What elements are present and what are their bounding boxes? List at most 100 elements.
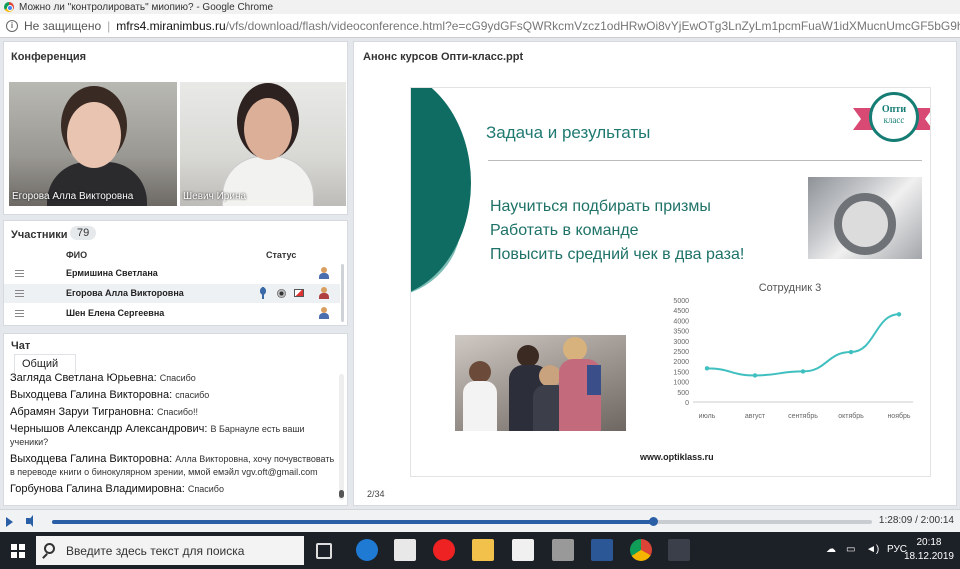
user-icon [319,307,329,319]
microphone-icon[interactable] [258,287,268,299]
participant-name: Ермишина Светлана [66,268,158,278]
seek-progress [52,520,654,524]
chat-author: Чернышов Александр Александрович: [10,423,208,435]
video-name-label: Егорова Алла Викторовна [12,191,134,202]
file-explorer-icon[interactable] [472,539,494,561]
y-tick-label: 3000 [673,339,689,346]
data-point [752,373,758,378]
participant-row[interactable]: Шен Елена Сергеевна [4,304,340,323]
chat-message: Выходцева Галина Викторовна: спасибо [10,389,336,402]
slide-bullet: Повысить средний чек в два раза! [490,246,745,263]
chat-panel: Чат Общий Загляда Светлана Юрьевна: Спас… [3,333,348,506]
sales-line-chart: Сотрудник 3 0 500 1000 1500 2000 2500 3000 3500… [657,282,923,434]
chat-message: Загляда Светлана Юрьевна: Спасибо [10,372,336,385]
volume-icon[interactable] [26,515,33,527]
url-host[interactable]: mfrs4.miranimbus.ru [116,19,225,33]
x-tick-label: октябрь [838,412,864,420]
chat-author: Выходцева Галина Викторовна: [10,453,173,465]
3cx-icon[interactable] [668,539,690,561]
y-tick-label: 5000 [673,298,689,305]
opti-klass-logo: Опти класс [853,92,930,150]
data-point [848,349,854,355]
chat-author: Абрамян Заруи Тиграновна: [10,406,154,418]
calculator-icon[interactable] [552,539,574,561]
chat-scrollbar[interactable] [339,374,344,500]
seek-bar[interactable] [52,517,872,526]
chat-message: Абрамян Заруи Тиграновна: Спасибо!! [10,406,336,419]
screen-share-icon[interactable] [294,289,304,297]
y-tick-label: 500 [677,390,689,397]
chat-scroll-thumb[interactable] [339,490,344,498]
participant-row[interactable]: Егорова Алла Викторовна [4,284,340,303]
slide-page-number: 2/34 [367,489,385,499]
person-head [67,102,121,168]
seek-handle[interactable] [649,517,659,526]
x-tick-label: сентябрь [788,412,818,420]
windows-taskbar: Введите здесь текст для поиска ☁ ▭ ◄) РУ… [0,532,960,569]
team-photo [455,335,626,431]
taskbar-search-box[interactable]: Введите здесь текст для поиска [36,536,304,565]
slide-bullet: Работать в команде [490,222,639,239]
y-tick-label: 4000 [673,318,689,325]
presentation-panel: Анонс курсов Опти-класс.ppt Задача и рез… [353,41,957,506]
data-point [800,369,806,374]
data-point [704,366,710,371]
url-path[interactable]: /vfs/download/flash/videoconference.html… [226,19,960,33]
tray-cloud-icon[interactable]: ☁ [826,544,836,555]
webcam-icon[interactable] [277,289,286,298]
y-tick-label: 2000 [673,359,689,366]
tray-volume-icon[interactable]: ◄) [866,544,879,555]
person-head [244,98,292,160]
mail-icon[interactable] [512,539,534,561]
chart-canvas: 0 500 1000 1500 2000 2500 3000 3500 4000 4500 5000… [673,298,913,420]
chat-text: Спасибо [159,373,196,383]
slide-decor-arc [411,88,471,298]
chrome-taskbar-icon[interactable] [630,539,652,561]
chat-tab-general[interactable]: Общий [14,354,76,374]
column-header-name: ФИО [66,250,88,260]
address-separator: | [107,18,111,33]
participants-count-badge: 79 [70,226,97,240]
x-tick-label: ноябрь [887,412,910,420]
y-tick-label: 1000 [673,380,689,387]
video-name-label: Шевич Ирина [183,191,247,202]
info-icon[interactable]: i [6,19,18,32]
user-icon [319,267,329,279]
y-tick-label: 1500 [673,369,689,376]
clock-time: 20:18 [916,537,942,548]
browser-title-bar: Можно ли "контролировать" миопию? - Goog… [0,0,960,14]
yandex-browser-icon[interactable] [433,539,455,561]
chat-title: Чат [11,340,31,352]
x-tick-label: июль [699,413,716,420]
address-bar[interactable]: i Не защищено | mfrs4.miranimbus.ru /vfs… [0,14,960,38]
menu-icon[interactable] [15,310,24,317]
x-tick-label: август [745,413,766,420]
conference-panel: Конференция Егорова Алла Викторовна Шеви… [3,41,348,215]
y-tick-label: 3500 [673,329,689,336]
taskbar-clock[interactable]: 20:18 18.12.2019 [904,536,954,564]
chat-message-list: Загляда Светлана Юрьевна: Спасибо Выходц… [10,372,336,504]
participants-scrollbar[interactable] [341,264,344,322]
video-tile[interactable]: Шевич Ирина [180,82,346,206]
timecode: 1:28:09 / 2:00:14 [878,515,954,526]
slide-website: www.optiklass.ru [640,452,714,462]
participant-row[interactable]: Ермишина Светлана [4,264,340,283]
column-header-status: Статус [266,250,297,260]
participant-name: Шен Елена Сергеевна [66,308,165,318]
y-tick-label: 0 [685,400,689,407]
tray-network-icon[interactable]: ▭ [846,544,855,555]
window-title: Можно ли "контролировать" миопию? - Goog… [19,1,274,13]
play-icon[interactable] [6,517,13,527]
logo-circle: Опти класс [869,92,919,142]
chat-text: Спасибо [187,484,224,494]
task-view-icon[interactable] [316,543,332,559]
y-tick-label: 4500 [673,308,689,315]
menu-icon[interactable] [15,270,24,277]
store-icon[interactable] [394,539,416,561]
participants-title: Участники [11,229,68,241]
edge-icon[interactable] [356,539,378,561]
video-tile[interactable]: Егорова Алла Викторовна [9,82,177,206]
menu-icon[interactable] [15,290,24,297]
word-icon[interactable] [591,539,613,561]
windows-start-icon[interactable] [11,544,25,558]
